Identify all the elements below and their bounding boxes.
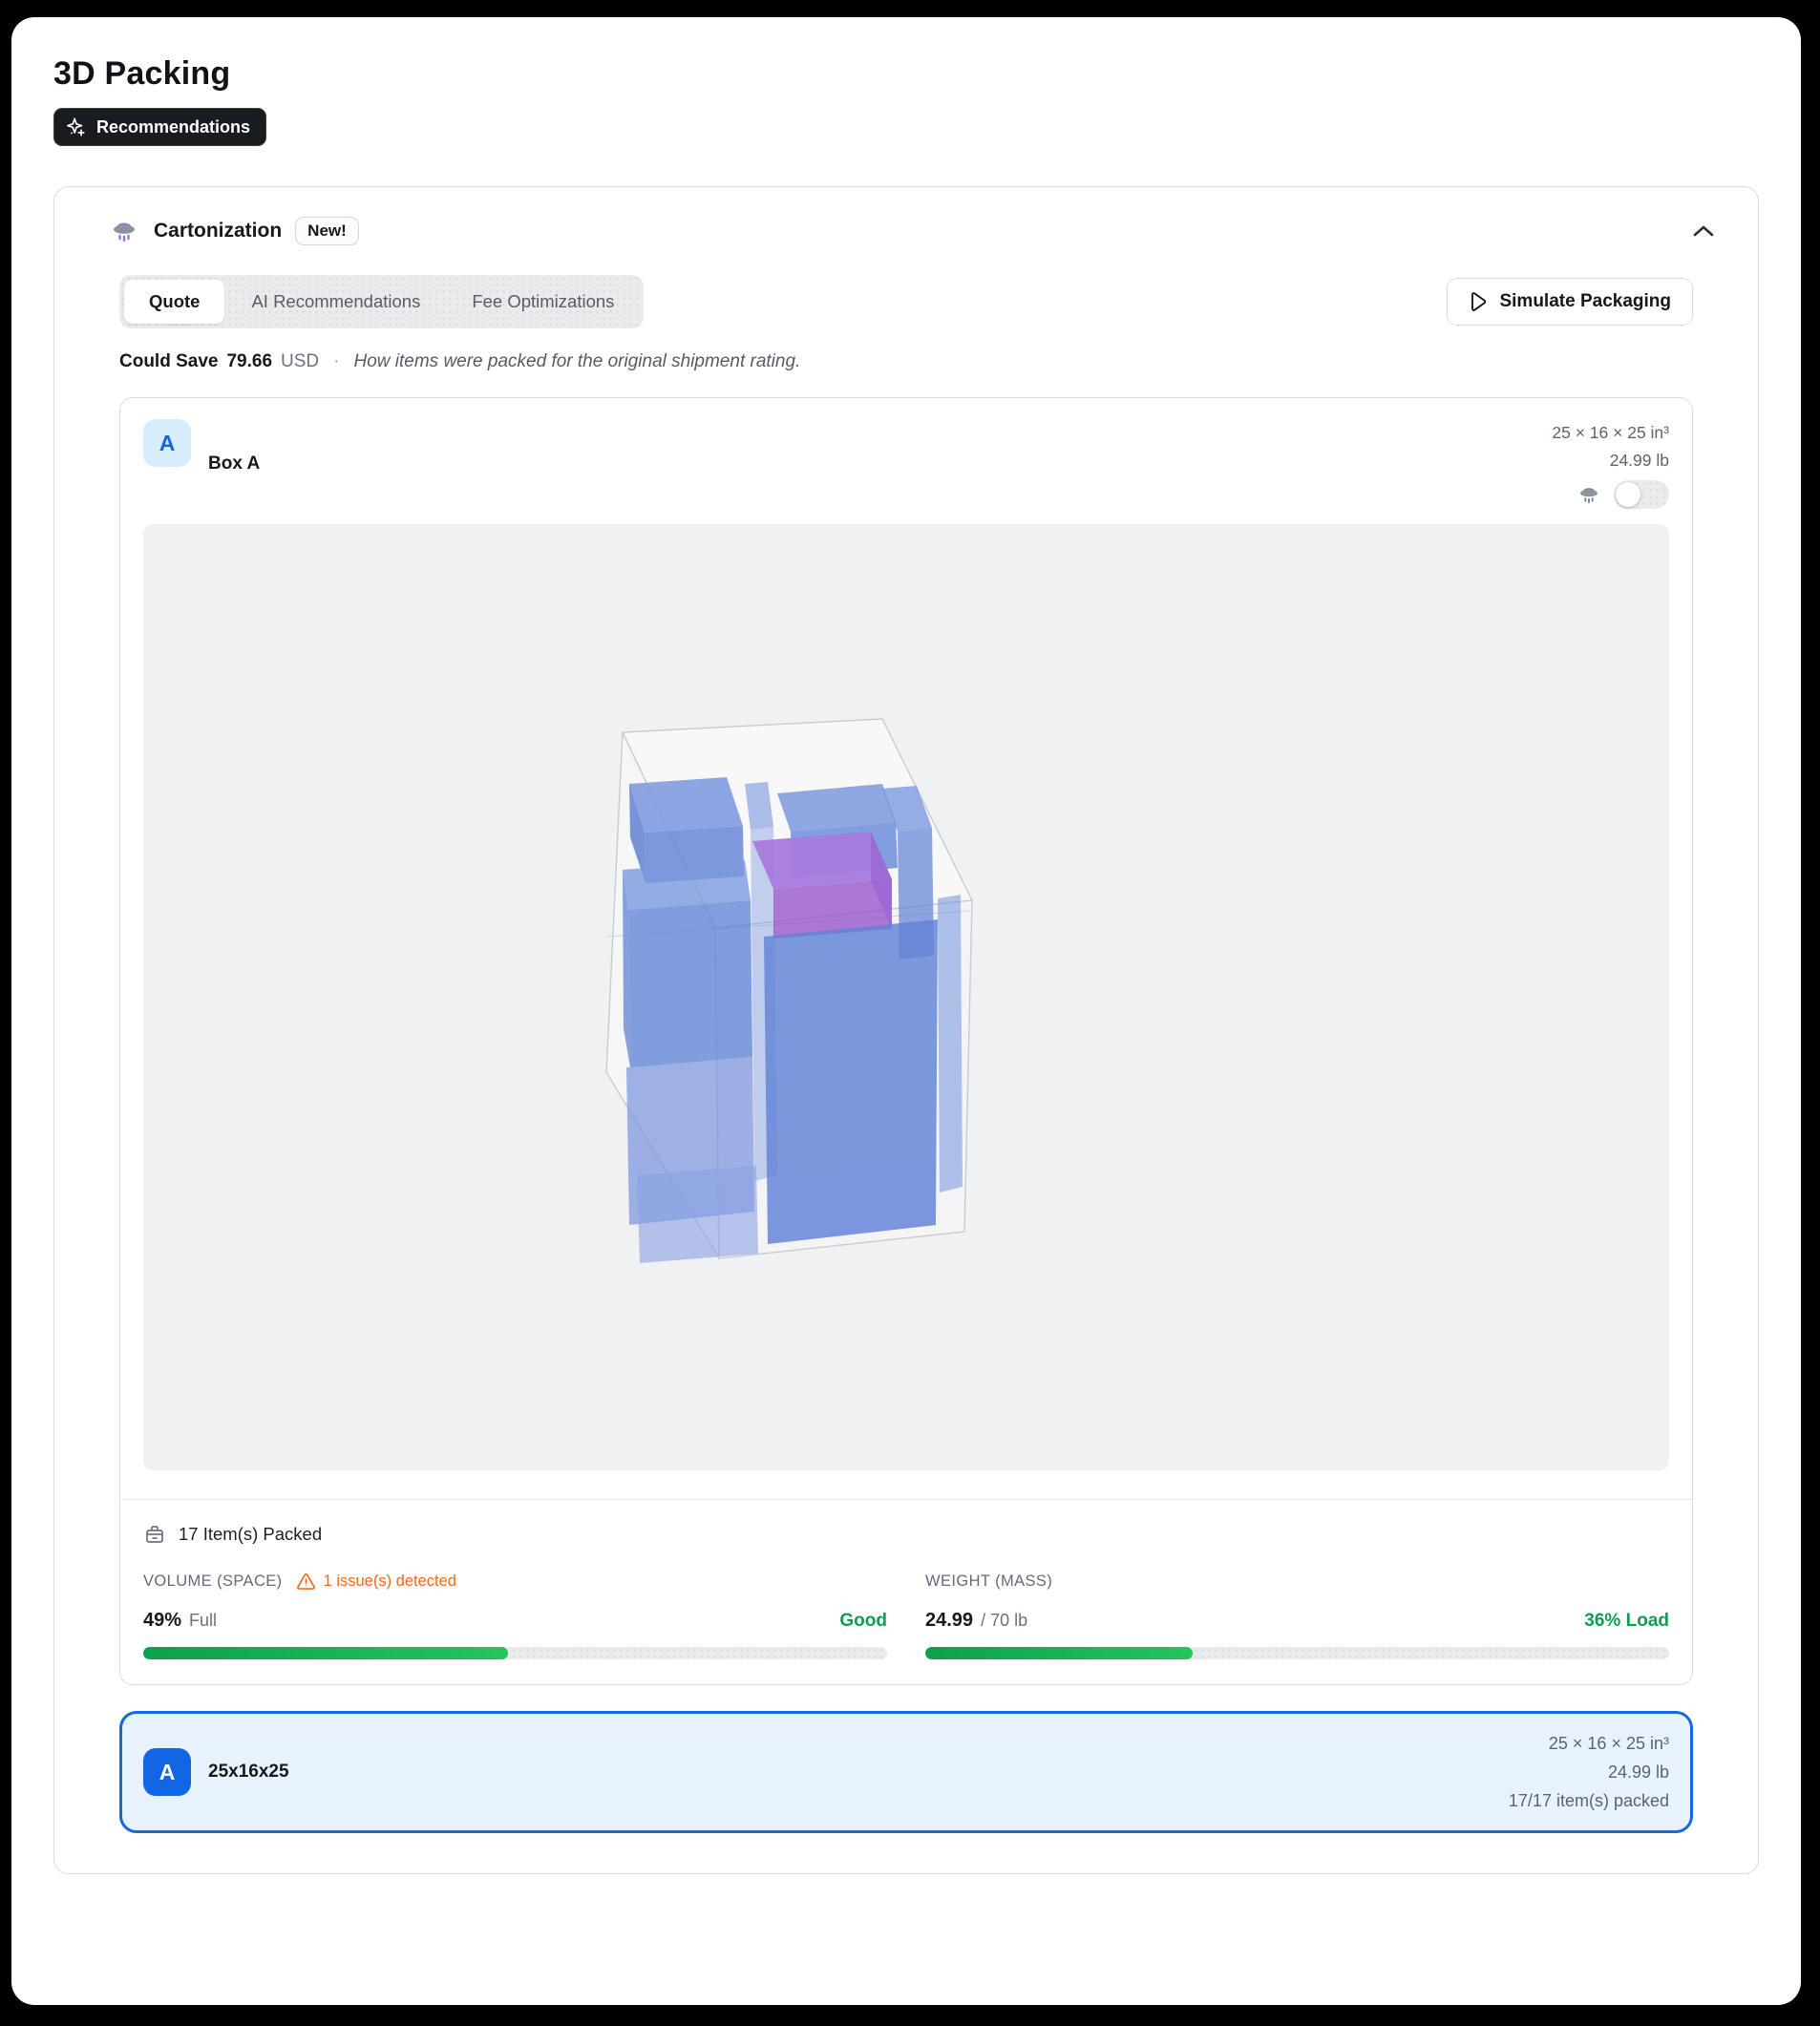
selected-box-meta: 25 × 16 × 25 in³ 24.99 lb 17/17 item(s) …: [1509, 1729, 1669, 1815]
items-packed-row: 17 Item(s) Packed: [143, 1523, 1669, 1546]
volume-percent-suffix: Full: [189, 1611, 217, 1631]
selected-box-name: 25x16x25: [208, 1762, 289, 1783]
volume-issue: 1 issue(s) detected: [296, 1572, 456, 1591]
packing-3d-scene: [527, 641, 1320, 1366]
simulate-packaging-label: Simulate Packaging: [1499, 291, 1671, 312]
volume-label: VOLUME (SPACE): [143, 1572, 283, 1591]
toggle-knob: [1616, 482, 1640, 507]
weight-stat: WEIGHT (MASS) 24.99 / 70 lb 36% Load: [925, 1572, 1669, 1659]
savings-separator: ·: [333, 351, 339, 372]
volume-issue-text: 1 issue(s) detected: [324, 1572, 456, 1591]
volume-status: Good: [839, 1611, 887, 1632]
cartonization-card: Cartonization New! Quote AI Recommendati…: [53, 186, 1759, 1874]
tabs-row: Quote AI Recommendations Fee Optimizatio…: [119, 275, 1693, 328]
packing-3d-viewport[interactable]: [143, 524, 1669, 1470]
volume-progress-fill: [143, 1647, 508, 1659]
savings-description: How items were packed for the original s…: [353, 351, 800, 372]
chevron-up-icon: [1691, 222, 1716, 240]
selected-box-dimensions: 25 × 16 × 25 in³: [1509, 1729, 1669, 1758]
page-title: 3D Packing: [53, 55, 1759, 93]
weight-max: / 70 lb: [981, 1611, 1027, 1631]
recommendations-label: Recommendations: [96, 117, 250, 137]
tab-quote[interactable]: Quote: [124, 280, 224, 324]
warning-icon: [296, 1572, 316, 1591]
volume-percent: 49%: [143, 1610, 181, 1632]
visibility-toggle[interactable]: [1614, 480, 1669, 509]
stats-divider: [120, 1499, 1692, 1500]
savings-amount: 79.66: [226, 351, 272, 372]
ufo-icon: [108, 216, 140, 246]
play-icon: [1469, 291, 1488, 312]
tab-fee-optimizations[interactable]: Fee Optimizations: [447, 280, 639, 324]
box-a-badge: A: [143, 419, 191, 467]
cartonization-title: Cartonization: [154, 220, 282, 243]
selected-box-packed: 17/17 item(s) packed: [1509, 1786, 1669, 1815]
savings-line: Could Save 79.66 USD · How items were pa…: [119, 351, 1693, 372]
box-a-dimensions: 25 × 16 × 25 in³: [1552, 419, 1669, 447]
selected-box-weight: 24.99 lb: [1509, 1758, 1669, 1786]
weight-status: 36% Load: [1584, 1611, 1669, 1632]
selected-box-row[interactable]: A 25x16x25 25 × 16 × 25 in³ 24.99 lb 17/…: [119, 1711, 1693, 1833]
volume-progress-bar: [143, 1647, 887, 1659]
items-packed-label: 17 Item(s) Packed: [179, 1524, 322, 1545]
weight-progress-bar: [925, 1647, 1669, 1659]
weight-progress-fill: [925, 1647, 1193, 1659]
box-a-header: A Box A 25 × 16 × 25 in³ 24.99 lb: [143, 419, 1669, 509]
recommendations-button[interactable]: Recommendations: [53, 108, 266, 146]
app-window: 3D Packing Recommendations Cartonization…: [11, 17, 1801, 2005]
new-badge: New!: [295, 217, 359, 245]
weight-label: WEIGHT (MASS): [925, 1572, 1052, 1591]
simulate-packaging-button[interactable]: Simulate Packaging: [1447, 278, 1693, 326]
collapse-button[interactable]: [1685, 217, 1722, 245]
box-a-name: Box A: [208, 454, 260, 475]
tab-group: Quote AI Recommendations Fee Optimizatio…: [119, 275, 644, 328]
savings-currency: USD: [281, 351, 319, 372]
sparkles-icon: [66, 116, 87, 137]
package-icon: [143, 1523, 166, 1546]
tab-ai-recommendations[interactable]: AI Recommendations: [226, 280, 445, 324]
box-a-weight: 24.99 lb: [1552, 447, 1669, 475]
ufo-gray-icon: [1576, 482, 1602, 507]
box-a-meta: 25 × 16 × 25 in³ 24.99 lb: [1552, 419, 1669, 509]
volume-stat: VOLUME (SPACE) 1 issue(s) detected: [143, 1572, 887, 1659]
box-a-card: A Box A 25 × 16 × 25 in³ 24.99 lb: [119, 397, 1693, 1685]
cartonization-header: Cartonization New!: [85, 216, 1727, 246]
selected-box-badge: A: [143, 1748, 191, 1796]
savings-prefix: Could Save: [119, 351, 218, 372]
weight-value: 24.99: [925, 1610, 973, 1632]
